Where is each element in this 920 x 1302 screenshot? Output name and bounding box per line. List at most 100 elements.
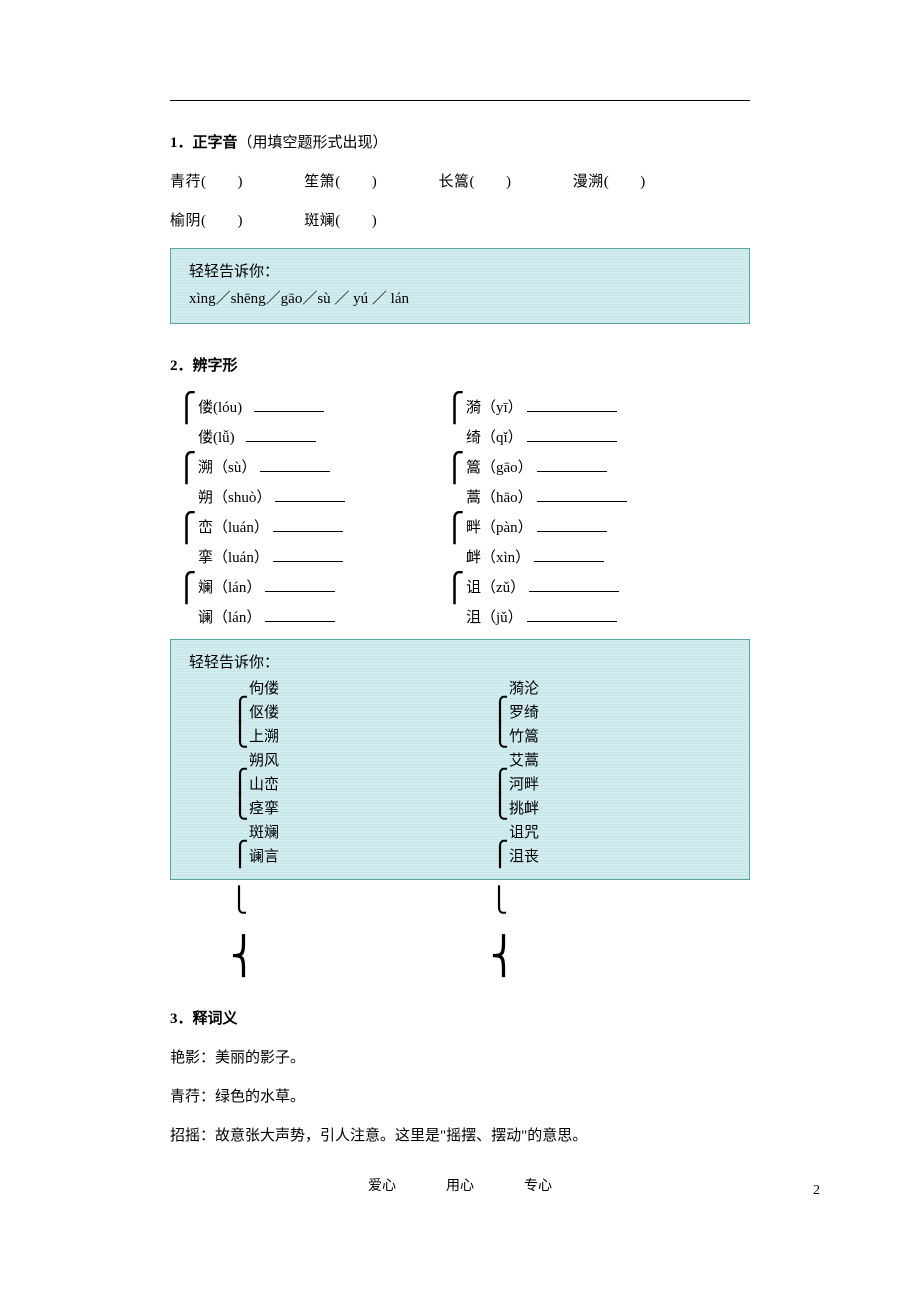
blank-field[interactable] bbox=[246, 427, 316, 442]
blank-field[interactable] bbox=[275, 487, 345, 502]
hint-label-2: 轻轻告诉你： bbox=[189, 650, 731, 677]
char-item: 朔（shuò） bbox=[198, 490, 271, 506]
brace-icon: ⎩ bbox=[491, 795, 509, 819]
char-item: 绮（qǐ） bbox=[466, 430, 523, 446]
page-number: 2 bbox=[813, 1183, 820, 1199]
char-item: 谰（lán） bbox=[198, 610, 261, 626]
char-item: 偻(lǚ) bbox=[198, 430, 235, 446]
answer-item: 斑斓 bbox=[249, 825, 279, 841]
char-item: 斓（lán） bbox=[198, 580, 261, 596]
blank-field[interactable] bbox=[527, 607, 617, 622]
char-item: 溯（sù） bbox=[198, 460, 256, 476]
brace-icon: ⎨ bbox=[490, 936, 517, 976]
brace-icon: ⎧ bbox=[231, 771, 249, 795]
brace-icon: ⎧ bbox=[444, 395, 465, 423]
item-6: 斑斓( ) bbox=[304, 209, 377, 230]
brace-icon: ⎧ bbox=[491, 699, 509, 723]
char-item: 峦（luán） bbox=[198, 520, 269, 536]
section-1-answer-text: xìng／shēng／gāo／sù ／ yú ／ lán bbox=[189, 286, 731, 313]
brace-icon: ⎧ bbox=[444, 515, 465, 543]
definition-line: 招摇：故意张大声势，引人注意。这里是"摇摆、摆动"的意思。 bbox=[170, 1124, 750, 1145]
brace-icon: ⎩ bbox=[491, 723, 509, 747]
def-term: 招摇： bbox=[170, 1128, 215, 1144]
answer-item: 艾蒿 bbox=[509, 753, 539, 769]
brace-icon: ⎧ bbox=[491, 843, 509, 867]
blank-field[interactable] bbox=[260, 457, 330, 472]
footer-word-1: 爱心 bbox=[368, 1179, 396, 1194]
blank-field[interactable] bbox=[529, 577, 619, 592]
section-2-answer-box: 轻轻告诉你： 佝偻 ⎧伛偻 ⎩上溯 朔风 ⎧山峦 ⎩痉挛 斑斓 ⎧谰言 漪沦 ⎧… bbox=[170, 639, 750, 880]
def-term: 艳影： bbox=[170, 1050, 215, 1066]
section-2-number: 2． bbox=[170, 358, 193, 374]
brace-icon: ⎩ bbox=[230, 888, 248, 914]
hint-label-1: 轻轻告诉你： bbox=[189, 259, 731, 286]
brace-icon: ⎨ bbox=[230, 936, 257, 976]
section-1-answer-box: 轻轻告诉你： xìng／shēng／gāo／sù ／ yú ／ lán bbox=[170, 248, 750, 324]
brace-icon: ⎧ bbox=[231, 843, 249, 867]
section-2-heading: 辨字形 bbox=[193, 358, 238, 374]
answer-item: 佝偻 bbox=[249, 681, 279, 697]
section-1-heading: 正字音 bbox=[193, 135, 238, 151]
answer-item: 漪沦 bbox=[509, 681, 539, 697]
char-grid: ⎧ 偻(lóu) 偻(lǚ) ⎧ 漪（yī） 绮（qǐ） ⎧ 溯（sù） 朔（s… bbox=[170, 393, 750, 633]
brace-icon: ⎧ bbox=[444, 455, 465, 483]
char-item: 沮（jǔ） bbox=[466, 610, 523, 626]
answer-item: 山峦 bbox=[249, 777, 279, 793]
char-row: ⎧ 溯（sù） 朔（shuò） ⎧ 篙（gāo） 蒿（hāo） bbox=[170, 453, 750, 513]
blank-field[interactable] bbox=[273, 517, 343, 532]
item-3: 长篙( ) bbox=[439, 170, 569, 191]
section-1-number: 1． bbox=[170, 135, 193, 151]
char-row: ⎧ 偻(lóu) 偻(lǚ) ⎧ 漪（yī） 绮（qǐ） bbox=[170, 393, 750, 453]
section-3-heading: 释词义 bbox=[193, 1011, 238, 1027]
footer-word-2: 用心 bbox=[446, 1179, 474, 1194]
brace-icon: ⎩ bbox=[231, 795, 249, 819]
brace-icon: ⎧ bbox=[231, 699, 249, 723]
item-1: 青荇( ) bbox=[170, 170, 300, 191]
char-item: 畔（pàn） bbox=[466, 520, 533, 536]
brace-icon: ⎧ bbox=[176, 575, 197, 603]
blank-field[interactable] bbox=[537, 457, 607, 472]
char-item: 诅（zǔ） bbox=[466, 580, 525, 596]
blank-field[interactable] bbox=[534, 547, 604, 562]
blank-field[interactable] bbox=[537, 517, 607, 532]
blank-field[interactable] bbox=[273, 547, 343, 562]
char-row: ⎧ 斓（lán） 谰（lán） ⎧ 诅（zǔ） 沮（jǔ） bbox=[170, 573, 750, 633]
char-item: 漪（yī） bbox=[466, 400, 523, 416]
fill-row-1: 青荇( ) 笙箫( ) 长篙( ) 漫溯( ) bbox=[170, 170, 750, 191]
footer-word-3: 专心 bbox=[524, 1179, 552, 1194]
def-term: 青荇： bbox=[170, 1089, 215, 1105]
section-1-title: 1．正字音（用填空题形式出现） bbox=[170, 131, 750, 152]
brace-icon: ⎧ bbox=[176, 455, 197, 483]
section-3-number: 3． bbox=[170, 1011, 193, 1027]
blank-field[interactable] bbox=[265, 607, 335, 622]
blank-field[interactable] bbox=[527, 427, 617, 442]
section-2-title: 2．辨字形 bbox=[170, 354, 750, 375]
item-5: 榆阴( ) bbox=[170, 209, 300, 230]
item-2: 笙箫( ) bbox=[304, 170, 434, 191]
answer-item: 沮丧 bbox=[509, 849, 539, 865]
def-text: 故意张大声势，引人注意。这里是"摇摆、摆动"的意思。 bbox=[215, 1128, 587, 1144]
fill-row-2: 榆阴( ) 斑斓( ) bbox=[170, 209, 750, 230]
answer-item: 罗绮 bbox=[509, 705, 539, 721]
footer: 爱心 用心 专心 bbox=[170, 1175, 750, 1195]
char-item: 挛（luán） bbox=[198, 550, 269, 566]
item-4: 漫溯( ) bbox=[573, 170, 646, 191]
answer-item: 诅咒 bbox=[509, 825, 539, 841]
char-item: 偻(lóu) bbox=[198, 400, 242, 416]
answer-item: 挑衅 bbox=[509, 801, 539, 817]
blank-field[interactable] bbox=[537, 487, 627, 502]
answer-item: 伛偻 bbox=[249, 705, 279, 721]
blank-field[interactable] bbox=[265, 577, 335, 592]
brace-icon: ⎩ bbox=[490, 888, 508, 914]
blank-field[interactable] bbox=[254, 397, 324, 412]
answer-item: 朔风 bbox=[249, 753, 279, 769]
brace-icon: ⎧ bbox=[444, 575, 465, 603]
blank-field[interactable] bbox=[527, 397, 617, 412]
char-item: 衅（xìn） bbox=[466, 550, 530, 566]
answer-item: 上溯 bbox=[249, 729, 279, 745]
brace-icon: ⎧ bbox=[491, 771, 509, 795]
def-text: 绿色的水草。 bbox=[215, 1089, 305, 1105]
section-1-hint: （用填空题形式出现） bbox=[238, 135, 388, 151]
char-item: 篙（gāo） bbox=[466, 460, 533, 476]
answer-item: 痉挛 bbox=[249, 801, 279, 817]
